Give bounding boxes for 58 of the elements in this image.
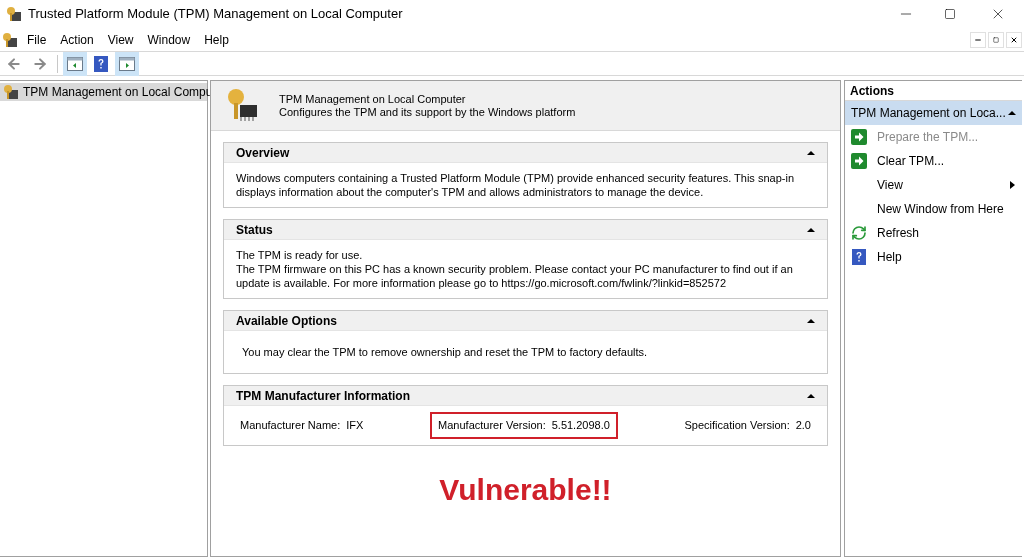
section-text: The TPM is ready for use. bbox=[236, 248, 364, 262]
action-label: Refresh bbox=[877, 225, 921, 242]
actions-group-header[interactable]: TPM Management on Loca... bbox=[845, 101, 1022, 125]
task-link[interactable]: View bbox=[845, 173, 1022, 197]
task-link[interactable]: New Window from Here bbox=[845, 197, 1022, 221]
collapse-caret-icon[interactable] bbox=[1008, 109, 1016, 117]
refresh-icon bbox=[851, 225, 867, 241]
action-label: View bbox=[877, 177, 904, 194]
task-link[interactable]: Clear TPM... bbox=[845, 149, 1022, 173]
help-icon bbox=[851, 249, 867, 265]
forward-arrow-icon bbox=[32, 55, 48, 72]
section-title: Available Options bbox=[236, 312, 337, 330]
menu-item[interactable]: File bbox=[20, 30, 54, 49]
key-icon bbox=[3, 84, 19, 100]
header-description: Configures the TPM and its support by the Windows platform bbox=[279, 105, 576, 119]
section-header[interactable]: TPM Manufacturer Information bbox=[224, 386, 827, 406]
action-label: Help bbox=[877, 249, 903, 266]
menu-item[interactable]: View bbox=[100, 30, 141, 49]
action-label: Prepare the TPM... bbox=[877, 129, 980, 146]
minimize-icon[interactable] bbox=[970, 31, 986, 48]
field-value: 5.51.2098.0 bbox=[551, 418, 610, 433]
section-header[interactable]: Available Options bbox=[224, 311, 827, 331]
app-icon bbox=[6, 6, 22, 22]
header-title: TPM Management on Local Computer bbox=[279, 92, 467, 106]
warning-annotation: Vulnerable!! bbox=[439, 471, 612, 508]
pane-icon bbox=[67, 55, 83, 72]
app-icon bbox=[2, 31, 18, 48]
collapse-caret-icon[interactable] bbox=[807, 316, 815, 325]
close-icon[interactable] bbox=[1006, 31, 1022, 48]
task-link[interactable]: Help bbox=[845, 245, 1022, 269]
menu-item[interactable]: Action bbox=[53, 30, 101, 49]
field-text: Specification Version: 2.0 bbox=[683, 418, 812, 433]
collapse-caret-icon[interactable] bbox=[807, 225, 815, 234]
section-header[interactable]: Overview bbox=[224, 143, 827, 163]
menu-item[interactable]: Help bbox=[197, 30, 236, 49]
section-text: Windows computers containing a Trusted Platform Module (TPM) provide enhanced security features. This snap-in displays information about the computer's TPM and allows administrators to manage the device. bbox=[236, 171, 795, 199]
actions-group-label: TPM Management on Loca... bbox=[851, 105, 1006, 122]
section-title: Status bbox=[236, 221, 273, 239]
maximize-icon[interactable] bbox=[944, 8, 956, 20]
toolbar-button[interactable] bbox=[115, 51, 139, 76]
submenu-arrow-icon bbox=[1008, 181, 1016, 189]
option-text: You may clear the TPM to remove ownership and reset the TPM to factory defaults. bbox=[242, 345, 649, 359]
section-title: TPM Manufacturer Information bbox=[236, 387, 410, 405]
pane-icon bbox=[119, 55, 135, 72]
task-link[interactable]: Refresh bbox=[845, 221, 1022, 245]
toolbar-button[interactable] bbox=[63, 51, 87, 76]
collapse-caret-icon[interactable] bbox=[807, 391, 815, 400]
help-icon bbox=[93, 55, 109, 72]
collapse-caret-icon[interactable] bbox=[807, 148, 815, 157]
action-label: New Window from Here bbox=[877, 201, 1005, 218]
field-text: Manufacturer Name: IFX bbox=[239, 418, 365, 433]
window-title: Trusted Platform Module (TPM) Management on Local Computer bbox=[28, 5, 404, 24]
action-label: Clear TPM... bbox=[877, 153, 946, 170]
section-title: Overview bbox=[236, 144, 290, 162]
field-label: Manufacturer Version: bbox=[438, 418, 546, 433]
menu-item[interactable]: Window bbox=[140, 30, 198, 49]
section-text: The TPM firmware on this PC has a known security problem. Please contact your PC manufacturer to find out if an update is available. For more information please go to https://go.microsoft.com/fwlink/?linkid=852572 bbox=[236, 262, 794, 290]
section-header[interactable]: Status bbox=[224, 220, 827, 240]
